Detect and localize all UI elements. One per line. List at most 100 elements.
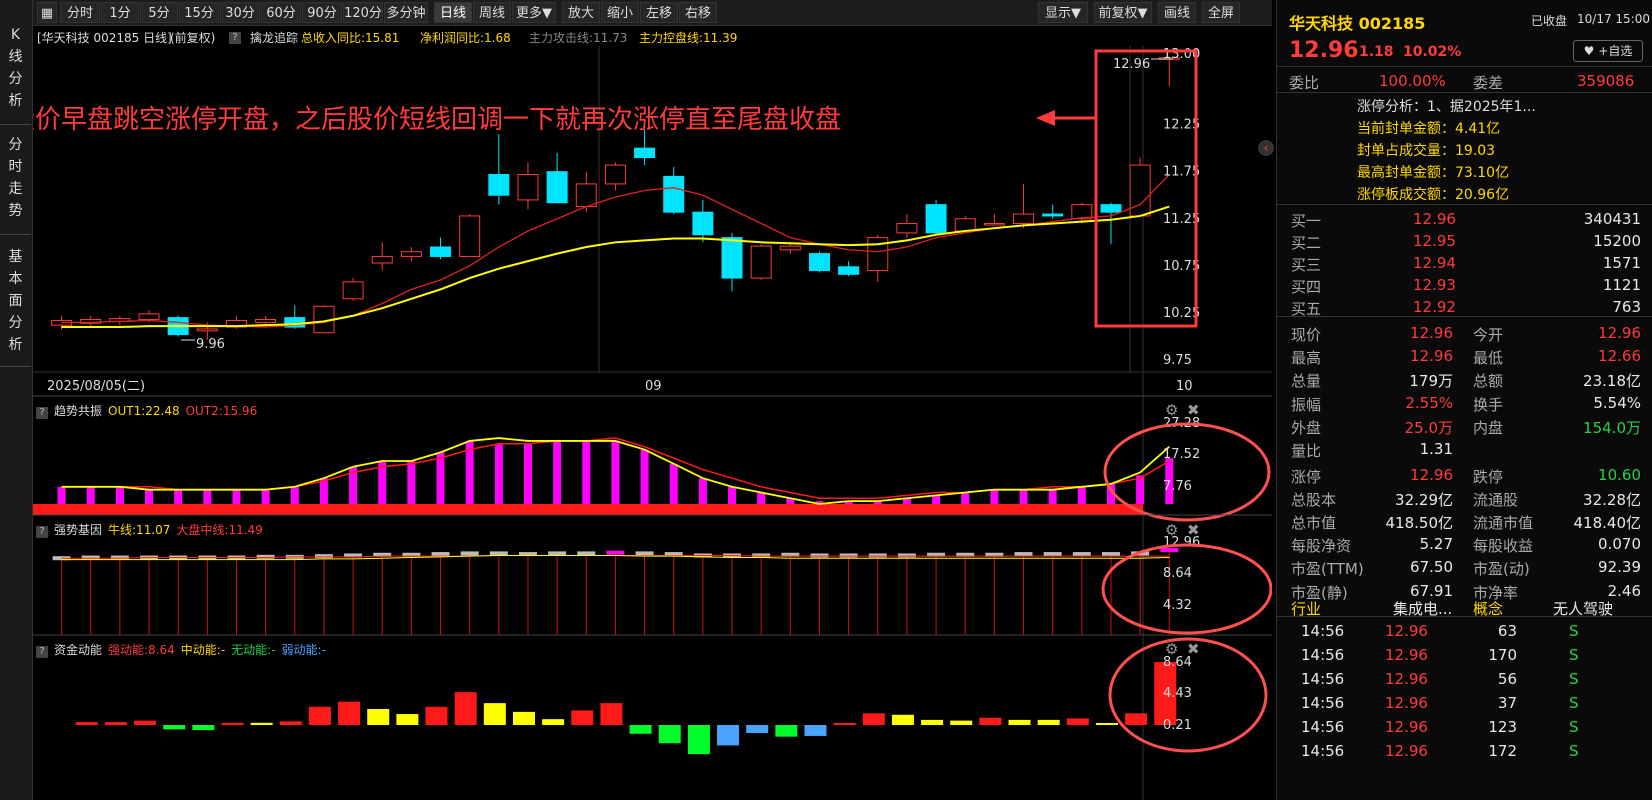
bid-price: 12.94 [1413,254,1456,272]
candle-body [925,204,947,234]
bid-volume: 1121 [1602,276,1641,294]
limit-analysis-line: 最高封单金额：73.10亿 [1357,165,1510,181]
period-button[interactable]: 分时 [60,2,100,23]
candle-body [1129,164,1151,217]
trend-bar [582,440,591,504]
chart-title: [华天科技 002185 日线] [37,31,172,45]
trend-bar [57,486,66,504]
add-watchlist-button[interactable]: ♥ +自选 [1573,40,1643,62]
tick-price: 12.96 [1385,694,1428,712]
current-price: 12.96 [1289,38,1359,63]
limit-analysis-line: 涨停板成交额：20.96亿 [1357,187,1510,203]
candle-body [1042,213,1064,217]
attack-line: 主力攻击线:11.73 [529,31,628,45]
highlight-ellipse-trend [1103,422,1271,522]
period-button[interactable]: 多分钟 [384,2,428,23]
money-bar [775,725,798,737]
kline-chart-area[interactable]: 13.0012.2511.7511.2510.7510.259.75 股价早盘跳… [33,46,1272,800]
trend-bar [961,492,970,504]
limit-analysis-line[interactable]: 涨停分析：1、据2025年1... [1357,96,1536,116]
stat-label: 流通市值 [1473,514,1534,532]
gene-marker [577,551,596,556]
industry-value[interactable]: 集成电... [1393,598,1452,619]
bid-label: 买四 [1291,278,1322,296]
tab-intraday-trend[interactable]: 分 时 走 势 [0,130,31,235]
candle-body [983,222,1005,226]
stat-label: 最高 [1291,349,1322,367]
money-bar [367,708,390,725]
trend-bar [290,486,299,504]
money-bar [1125,713,1148,725]
tick-volume: 37 [1497,694,1517,712]
stat-label: 流通股 [1473,491,1519,509]
period-toolbar: ▦ 分时 1分 5分 15分 30分 60分 90分 120分 多分钟 日线 周线 更多▼ 放大 缩小 左移… [33,0,1272,26]
period-button[interactable]: 120分 [343,2,383,23]
period-button[interactable]: 日线 [434,2,472,23]
stat-value: 10.60 [1598,466,1641,484]
tab-fundamental-analysis[interactable]: 基 本 面 分 析 [0,242,31,367]
collapse-icon[interactable]: ‹ [1258,140,1274,156]
period-button[interactable]: 5分 [140,2,178,23]
tick-price: 12.96 [1385,670,1428,688]
tick-side: S [1569,694,1579,712]
gene-marker [635,551,654,556]
toolbar-right-button[interactable]: 前复权▼ [1094,2,1152,23]
trend-bar [145,489,154,504]
limit-analysis-line: 当前封单金额：4.41亿 [1357,121,1501,137]
period-button[interactable]: 15分 [179,2,219,23]
gene-marker [868,553,887,558]
period-button[interactable]: 缩小 [601,2,639,23]
trend-bar [1136,475,1145,504]
tick-side: S [1569,742,1579,760]
gene-marker [256,554,275,559]
close-icon[interactable]: ✖ [1187,401,1200,419]
candle-body [721,237,743,279]
stat-value: 154.0万 [1583,419,1641,437]
period-button[interactable]: 1分 [101,2,139,23]
toolbar-right-button[interactable]: 显示▼ [1038,2,1088,23]
candle-body [663,175,685,213]
period-button[interactable]: 放大 [562,2,600,23]
candle-body [517,174,539,201]
money-bar [804,725,827,736]
concept-value[interactable]: 无人驾驶 [1553,598,1613,619]
period-button[interactable]: 60分 [261,2,301,23]
indicator-name: 擒龙追踪 [250,31,299,45]
candle-body [896,222,918,234]
help-icon[interactable]: ? [229,32,241,44]
money-bar [891,714,914,725]
period-button[interactable]: 更多▼ [512,2,556,23]
toolbar-right-button[interactable]: 画线 [1158,2,1196,23]
money-bar [571,710,594,725]
stat-value: 23.18亿 [1583,372,1641,390]
candle-body [430,246,452,257]
gene-marker [752,553,771,558]
period-button[interactable]: 90分 [302,2,342,23]
tick-side: S [1569,622,1579,640]
trend-bar [174,489,183,504]
tick-time: 14:56 [1301,646,1345,664]
tab-kline-analysis[interactable]: K 线 分 析 [0,20,31,125]
candle-body [750,245,772,279]
close-icon[interactable]: ✖ [1187,521,1200,539]
price-change-pct: 10.02% [1403,44,1462,60]
period-button[interactable]: 30分 [220,2,260,23]
close-icon[interactable]: ✖ [1187,640,1200,658]
money-bar [279,721,302,725]
period-button[interactable]: 右移 [679,2,717,23]
period-button[interactable]: 周线 [473,2,511,23]
period-button[interactable]: 左移 [640,2,678,23]
money-bar [338,701,361,725]
candle-body [371,255,393,264]
toolbar-right-button[interactable]: 全屏 [1202,2,1240,23]
settings-icon[interactable]: ⚙ [1165,401,1178,419]
grid-icon[interactable]: ▦ [37,2,57,23]
money-bar [192,725,215,731]
candle-body [400,251,422,257]
settings-icon[interactable]: ⚙ [1165,640,1178,658]
settings-icon[interactable]: ⚙ [1165,521,1178,539]
tick-volume: 56 [1497,670,1517,688]
gene-marker [81,555,100,560]
candle-body [954,218,976,232]
month-label-10: 10 [1176,379,1193,394]
